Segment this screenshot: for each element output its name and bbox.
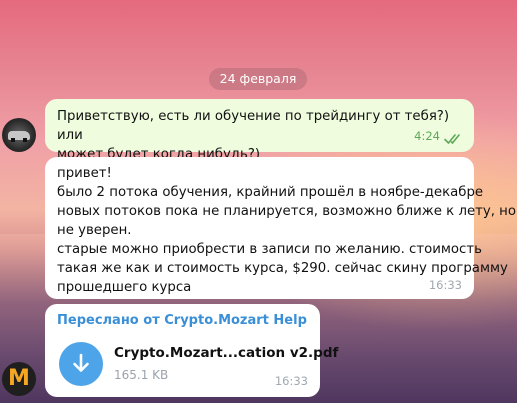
message-text-line: такая же как и стоимость курса, $290. се… xyxy=(57,261,508,276)
download-arrow-icon xyxy=(73,353,89,372)
message-text-line: не уверен. xyxy=(57,223,132,238)
forwarded-from-link[interactable]: Переслано от Crypto.Mozart Help xyxy=(57,311,307,330)
double-check-icon xyxy=(444,134,460,144)
download-button[interactable] xyxy=(59,342,103,386)
message-text-line: старые можно приобрести в записи по жела… xyxy=(57,242,482,257)
date-separator: 24 февраля xyxy=(209,68,307,90)
outgoing-message-bubble[interactable]: Приветствую, есть ли обучение по трейдин… xyxy=(45,99,474,162)
message-text-line: Приветствую, есть ли обучение по трейдин… xyxy=(57,109,450,143)
incoming-message-bubble[interactable]: привет! было 2 потока обучения, крайний … xyxy=(45,157,517,299)
message-text-line: было 2 потока обучения, крайний прошёл в… xyxy=(57,185,484,200)
user-avatar[interactable] xyxy=(2,118,36,152)
forwarded-file-bubble[interactable]: Переслано от Crypto.Mozart Help Crypto.M… xyxy=(45,304,338,397)
logo-letter: M xyxy=(8,366,30,391)
message-time: 16:33 xyxy=(428,278,462,292)
channel-avatar[interactable]: M xyxy=(2,362,36,396)
file-size: 165.1 KB xyxy=(114,368,169,382)
message-time: 4:24 xyxy=(414,129,440,143)
message-text-line: прошедшего курса xyxy=(57,280,192,295)
message-text-line: привет! xyxy=(57,166,112,181)
message-time: 16:33 xyxy=(274,374,308,388)
message-text-line: новых потоков пока не планируется, возмо… xyxy=(57,204,517,219)
file-name[interactable]: Crypto.Mozart...cation v2.pdf xyxy=(114,344,338,363)
